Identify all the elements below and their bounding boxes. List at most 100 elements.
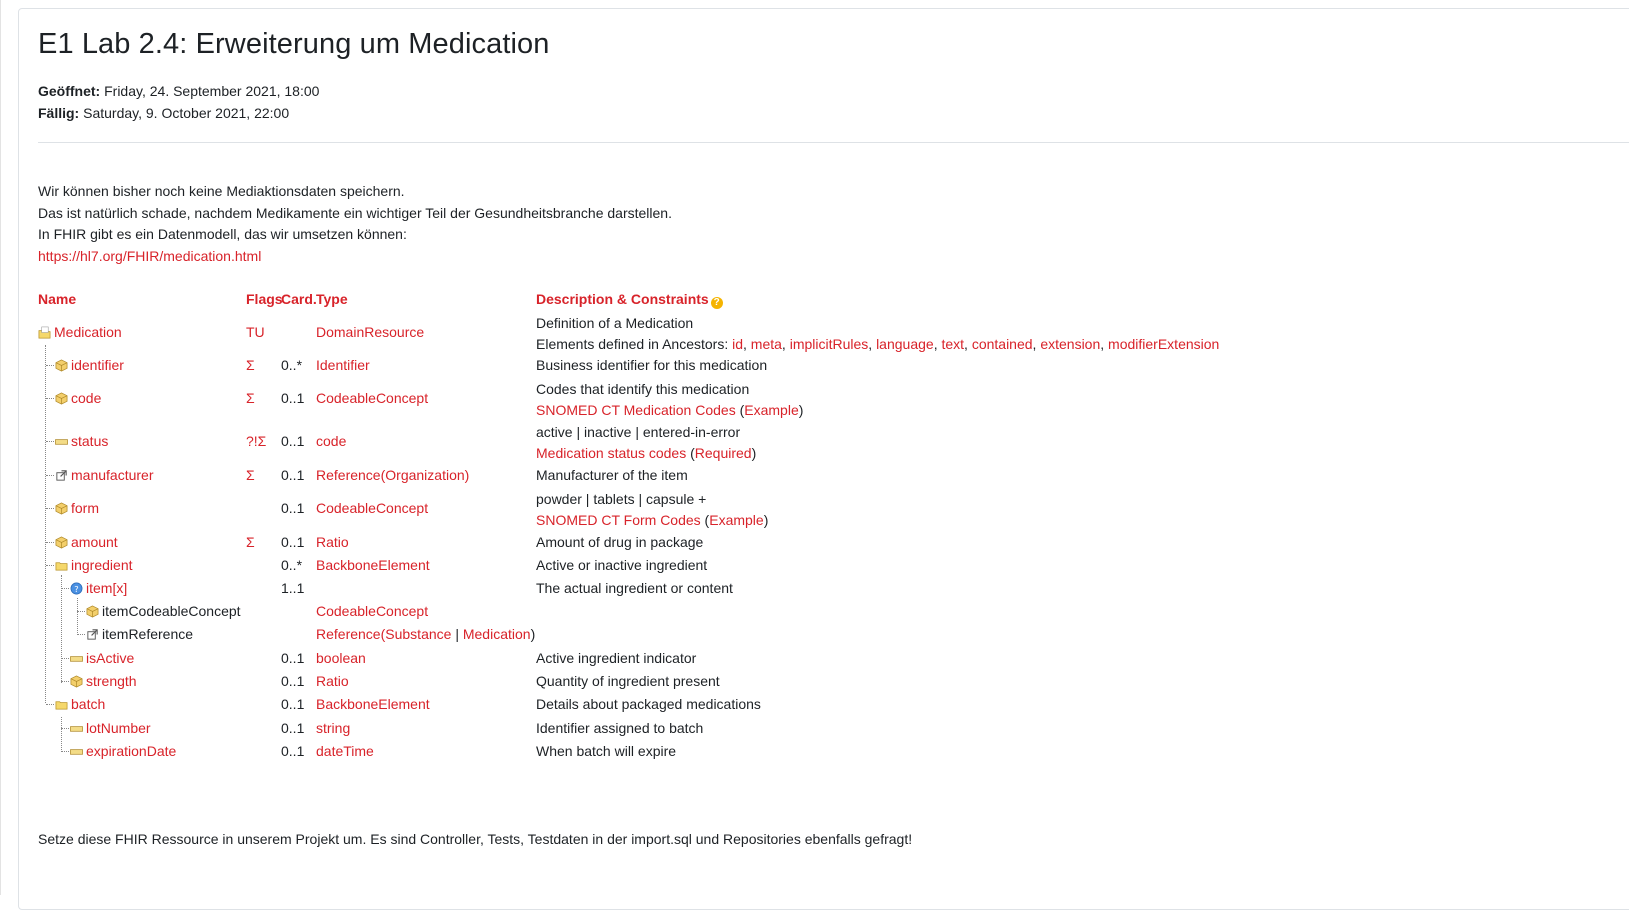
- ancestor-link[interactable]: implicitRules: [790, 336, 869, 352]
- tree-branch-line: [46, 475, 54, 476]
- tree-branch-line: [77, 611, 85, 612]
- row-name[interactable]: ingredient: [71, 555, 133, 576]
- row-type: CodeableConcept: [316, 388, 428, 409]
- resource-icon: [38, 326, 51, 339]
- row-name[interactable]: manufacturer: [71, 465, 153, 486]
- type-link[interactable]: Ratio: [316, 673, 349, 689]
- reference-icon: [56, 470, 67, 481]
- paren: (: [735, 402, 745, 418]
- tree-branch-line: [61, 658, 69, 659]
- binding-link[interactable]: SNOMED CT Medication Codes: [536, 402, 736, 418]
- row-description: active | inactive | entered-in-error: [536, 424, 741, 440]
- row-name[interactable]: lotNumber: [86, 718, 151, 739]
- primitive-icon: [70, 749, 83, 755]
- row-description: Manufacturer of the item: [536, 467, 688, 483]
- row-cardinality: 0..1: [281, 433, 305, 449]
- ancestor-link[interactable]: modifierExtension: [1108, 336, 1219, 352]
- paren: ): [798, 402, 804, 418]
- row-cardinality: 0..1: [281, 500, 305, 516]
- type-link[interactable]: BackboneElement: [316, 696, 430, 712]
- row-ancestors: Elements defined in Ancestors: id, meta,…: [536, 334, 1219, 355]
- type-target-link[interactable]: Organization: [385, 467, 464, 483]
- row-flags: Σ: [246, 357, 255, 373]
- row-type: Ratio: [316, 532, 349, 553]
- row-description: Quantity of ingredient present: [536, 673, 720, 689]
- row-type: DomainResource: [316, 322, 424, 343]
- row-name[interactable]: code: [71, 388, 101, 409]
- type-link[interactable]: CodeableConcept: [316, 390, 428, 406]
- ancestor-link[interactable]: meta: [751, 336, 782, 352]
- binding-strength-link[interactable]: Example: [744, 402, 798, 418]
- ancestor-link[interactable]: id: [732, 336, 743, 352]
- type-link[interactable]: boolean: [316, 650, 366, 666]
- tree-branch-line: [46, 365, 54, 366]
- tree-guide-line: [61, 717, 62, 752]
- type-link[interactable]: DomainResource: [316, 324, 424, 340]
- row-name[interactable]: batch: [71, 694, 105, 715]
- ancestor-link[interactable]: text: [941, 336, 964, 352]
- row-type: CodeableConcept: [316, 498, 428, 519]
- element-icon: [55, 701, 68, 710]
- row-type: BackboneElement: [316, 694, 430, 715]
- row-type: boolean: [316, 648, 366, 669]
- help-icon[interactable]: ?: [710, 297, 723, 309]
- opened-label: Geöffnet:: [38, 83, 101, 99]
- paren: ): [464, 467, 470, 483]
- row-type: string: [316, 718, 350, 739]
- separator: ,: [964, 336, 972, 352]
- tree-branch-line: [46, 565, 54, 566]
- ancestor-link[interactable]: extension: [1040, 336, 1100, 352]
- page-title: E1 Lab 2.4: Erweiterung um Medication: [38, 28, 550, 60]
- type-link[interactable]: Reference: [316, 626, 381, 642]
- tree-branch-line: [77, 634, 85, 635]
- datatype-icon: [55, 536, 68, 549]
- row-name[interactable]: amount: [71, 532, 118, 553]
- binding-link[interactable]: SNOMED CT Form Codes: [536, 512, 701, 528]
- row-name[interactable]: expirationDate: [86, 741, 176, 762]
- row-name[interactable]: isActive: [86, 648, 134, 669]
- type-target-link[interactable]: Medication: [463, 626, 531, 642]
- type-link[interactable]: Reference: [316, 467, 381, 483]
- row-cardinality: 0..1: [281, 390, 305, 406]
- paren: ): [751, 445, 757, 461]
- ancestor-link[interactable]: language: [876, 336, 934, 352]
- tree-branch-line: [46, 542, 54, 543]
- type-link[interactable]: string: [316, 720, 350, 736]
- fhir-medication-link[interactable]: https://hl7.org/FHIR/medication.html: [38, 248, 261, 264]
- type-link[interactable]: dateTime: [316, 743, 374, 759]
- row-binding: Medication status codes (Required): [536, 443, 756, 464]
- tree-guide-line: [61, 575, 62, 683]
- tree-branch-line: [61, 751, 69, 752]
- row-flags: Σ: [246, 390, 255, 406]
- row-name: itemReference: [102, 626, 194, 642]
- datatype-icon: [86, 605, 99, 618]
- type-link[interactable]: code: [316, 433, 346, 449]
- type-link[interactable]: CodeableConcept: [316, 500, 428, 516]
- row-name[interactable]: item[x]: [86, 578, 127, 599]
- footer-text: Setze diese FHIR Ressource in unserem Pr…: [38, 831, 913, 847]
- type-link[interactable]: BackboneElement: [316, 557, 430, 573]
- type-link[interactable]: Identifier: [316, 357, 370, 373]
- type-link[interactable]: CodeableConcept: [316, 603, 428, 619]
- ancestor-link[interactable]: contained: [972, 336, 1033, 352]
- row-name[interactable]: Medication: [54, 322, 122, 343]
- header-card: Card.: [281, 291, 317, 307]
- row-type: code: [316, 431, 346, 452]
- row-binding: SNOMED CT Form Codes (Example): [536, 510, 768, 531]
- row-name[interactable]: form: [71, 498, 99, 519]
- binding-link[interactable]: Medication status codes: [536, 445, 686, 461]
- row-name[interactable]: strength: [86, 671, 137, 692]
- tree-branch-line: [61, 681, 69, 682]
- row-description: Details about packaged medications: [536, 696, 761, 712]
- binding-strength-link[interactable]: Required: [695, 445, 752, 461]
- row-name[interactable]: identifier: [71, 355, 124, 376]
- row-name[interactable]: status: [71, 431, 108, 452]
- separator: ,: [781, 336, 790, 352]
- row-flags: Σ: [246, 534, 255, 550]
- intro-line-3: In FHIR gibt es ein Datenmodell, das wir…: [38, 226, 407, 242]
- binding-strength-link[interactable]: Example: [709, 512, 763, 528]
- row-description: Identifier assigned to batch: [536, 720, 704, 736]
- type-link[interactable]: Ratio: [316, 534, 349, 550]
- type-target-link[interactable]: Substance: [385, 626, 451, 642]
- intro-line-1: Wir können bisher noch keine Mediaktions…: [38, 183, 405, 199]
